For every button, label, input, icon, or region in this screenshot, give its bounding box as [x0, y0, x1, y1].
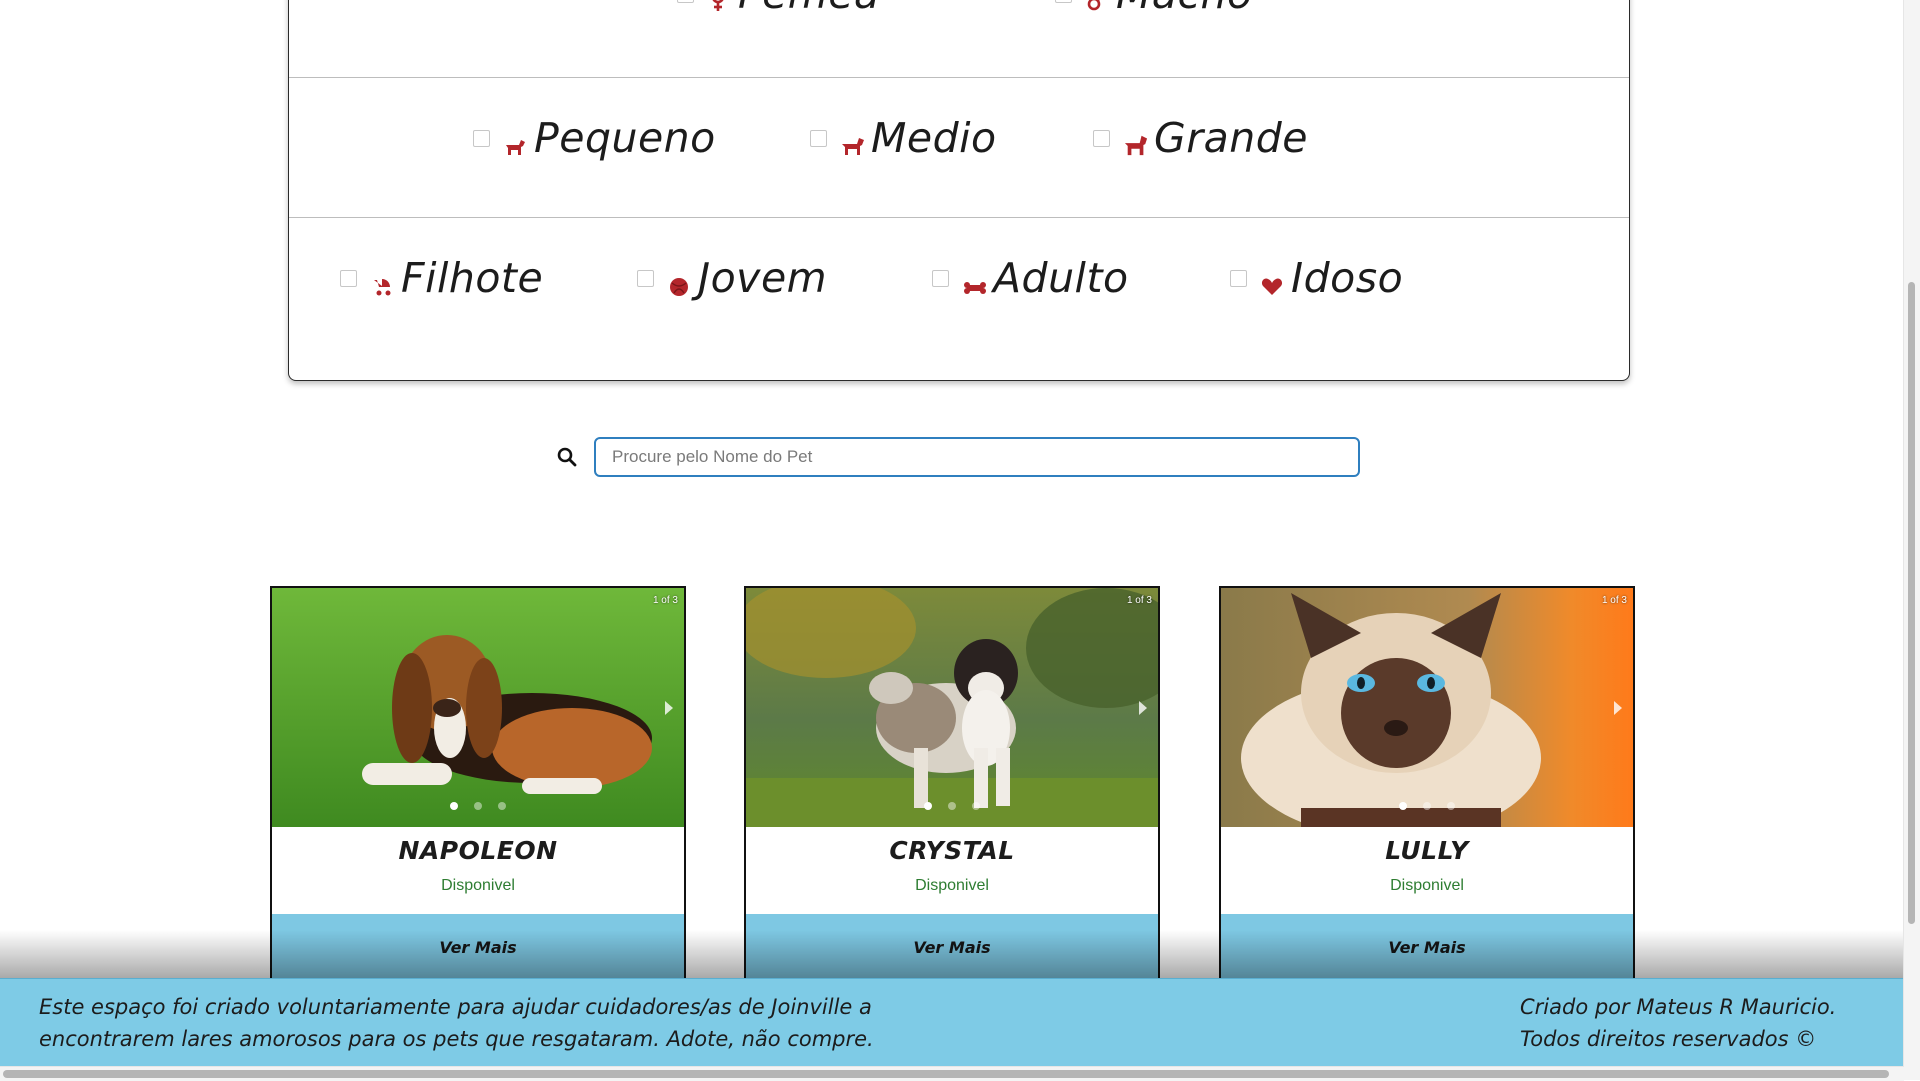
small-dog-icon — [504, 133, 528, 157]
macho-checkbox[interactable] — [1055, 0, 1072, 3]
filter-row-idade: Filhote Jovem Adulto Idoso — [289, 217, 1629, 381]
idoso-label: Idoso — [1291, 254, 1404, 302]
carousel-next-icon[interactable] — [1136, 699, 1150, 717]
jovem-checkbox[interactable] — [637, 270, 654, 287]
bone-icon — [963, 273, 987, 297]
footer-credits: Criado por Mateus R Mauricio. Todos dire… — [1520, 991, 1880, 1055]
pet-photo-carousel[interactable]: 1 of 3 — [1221, 588, 1633, 827]
pet-name: CRYSTAL — [889, 836, 1015, 865]
vertical-scrollbar-thumb[interactable] — [1908, 282, 1915, 924]
carousel-indicators — [1221, 802, 1633, 810]
filhote-checkbox[interactable] — [340, 270, 357, 287]
heart-icon — [1261, 273, 1285, 297]
carousel-dot[interactable] — [474, 802, 482, 810]
macho-label: Macho — [1116, 0, 1253, 15]
pet-card-lully: 1 of 3 LULLY Disponivel Ver Mais — [1219, 586, 1635, 1006]
carousel-indicators — [746, 802, 1158, 810]
pet-status: Disponivel — [441, 877, 515, 894]
filter-option-jovem[interactable]: Jovem — [637, 258, 827, 299]
pet-photo-carousel[interactable]: 1 of 3 — [272, 588, 684, 827]
search-icon[interactable] — [556, 446, 578, 468]
footer-mission-text: Este espaço foi criado voluntariamente p… — [39, 991, 939, 1055]
carousel-indicators — [272, 802, 684, 810]
footer-copyright: Todos direitos reservados © — [1520, 1027, 1817, 1051]
grande-label: Grande — [1154, 114, 1308, 162]
adulto-checkbox[interactable] — [932, 270, 949, 287]
horizontal-scrollbar-thumb[interactable] — [3, 1070, 1889, 1078]
footer-line: encontrarem lares amorosos para os pets … — [39, 1027, 874, 1051]
footer: Este espaço foi criado voluntariamente p… — [0, 978, 1904, 1066]
vertical-scrollbar[interactable] — [1903, 0, 1920, 1080]
filter-panel: Femea Macho Pequeno Medio — [288, 0, 1630, 381]
filter-option-macho[interactable]: Macho — [1055, 0, 1253, 15]
pet-name: LULLY — [1385, 836, 1469, 865]
filhote-label: Filhote — [401, 254, 544, 302]
horizontal-scrollbar[interactable] — [0, 1066, 1904, 1081]
search-input[interactable] — [594, 437, 1360, 477]
medio-checkbox[interactable] — [810, 130, 827, 147]
pet-photo-carousel[interactable]: 1 of 3 — [746, 588, 1158, 827]
pet-status: Disponivel — [1390, 877, 1464, 894]
filter-option-femea[interactable]: Femea — [677, 0, 880, 15]
pequeno-label: Pequeno — [534, 114, 716, 162]
male-symbol-icon — [1086, 0, 1110, 13]
filter-option-medio[interactable]: Medio — [810, 118, 997, 159]
female-symbol-icon — [708, 0, 732, 13]
carousel-dot[interactable] — [948, 802, 956, 810]
adulto-label: Adulto — [993, 254, 1129, 302]
large-dog-icon — [1124, 133, 1148, 157]
footer-author: Criado por Mateus R Mauricio. — [1520, 995, 1837, 1019]
carousel-dot[interactable] — [1399, 802, 1407, 810]
pequeno-checkbox[interactable] — [473, 130, 490, 147]
filter-row-sexo: Femea Macho — [289, 0, 1629, 78]
filter-option-idoso[interactable]: Idoso — [1230, 258, 1403, 299]
pet-status: Disponivel — [915, 877, 989, 894]
carousel-dot[interactable] — [450, 802, 458, 810]
jovem-label: Jovem — [698, 254, 828, 302]
filter-option-adulto[interactable]: Adulto — [932, 258, 1129, 299]
footer-line: Este espaço foi criado voluntariamente p… — [39, 995, 872, 1019]
carousel-dot[interactable] — [498, 802, 506, 810]
medium-dog-icon — [841, 133, 865, 157]
filter-option-grande[interactable]: Grande — [1093, 118, 1308, 159]
baby-carriage-icon — [371, 273, 395, 297]
femea-checkbox[interactable] — [677, 0, 694, 3]
femea-label: Femea — [738, 0, 880, 15]
filter-option-pequeno[interactable]: Pequeno — [473, 118, 716, 159]
medio-label: Medio — [871, 114, 997, 162]
carousel-counter: 1 of 3 — [1126, 595, 1152, 606]
grande-checkbox[interactable] — [1093, 130, 1110, 147]
carousel-next-icon[interactable] — [1611, 699, 1625, 717]
carousel-counter: 1 of 3 — [652, 595, 678, 606]
carousel-dot[interactable] — [1447, 802, 1455, 810]
ball-icon — [668, 273, 692, 297]
carousel-dot[interactable] — [1423, 802, 1431, 810]
filter-option-filhote[interactable]: Filhote — [340, 258, 543, 299]
carousel-next-icon[interactable] — [662, 699, 676, 717]
pet-card-napoleon: 1 of 3 NAPOLEON Disponivel Ver Mais — [270, 586, 686, 1006]
carousel-dot[interactable] — [972, 802, 980, 810]
carousel-dot[interactable] — [924, 802, 932, 810]
pet-name: NAPOLEON — [398, 836, 558, 865]
filter-row-porte: Pequeno Medio Grande — [289, 77, 1629, 218]
carousel-counter: 1 of 3 — [1601, 595, 1627, 606]
idoso-checkbox[interactable] — [1230, 270, 1247, 287]
pet-card-crystal: 1 of 3 CRYSTAL Disponivel Ver Mais — [744, 586, 1160, 1006]
